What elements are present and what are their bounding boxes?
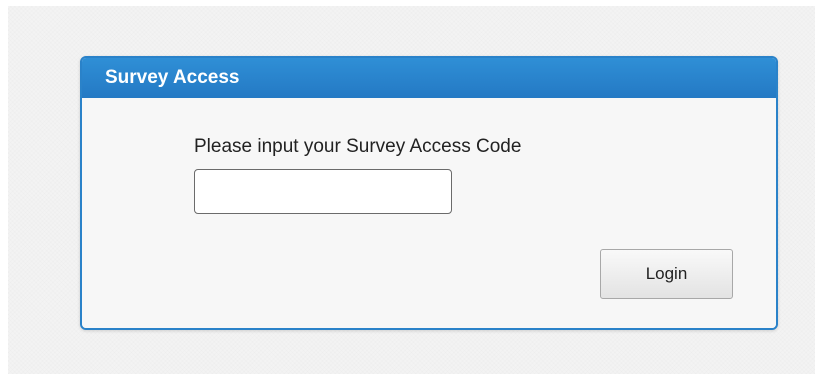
access-code-label: Please input your Survey Access Code [194, 136, 522, 157]
login-button[interactable]: Login [600, 249, 733, 299]
panel-body: Please input your Survey Access Code Log… [82, 98, 776, 328]
access-code-input[interactable] [194, 169, 452, 214]
panel-title: Survey Access [105, 67, 240, 88]
panel-header: Survey Access [82, 58, 776, 98]
survey-access-panel: Survey Access Please input your Survey A… [80, 56, 778, 330]
